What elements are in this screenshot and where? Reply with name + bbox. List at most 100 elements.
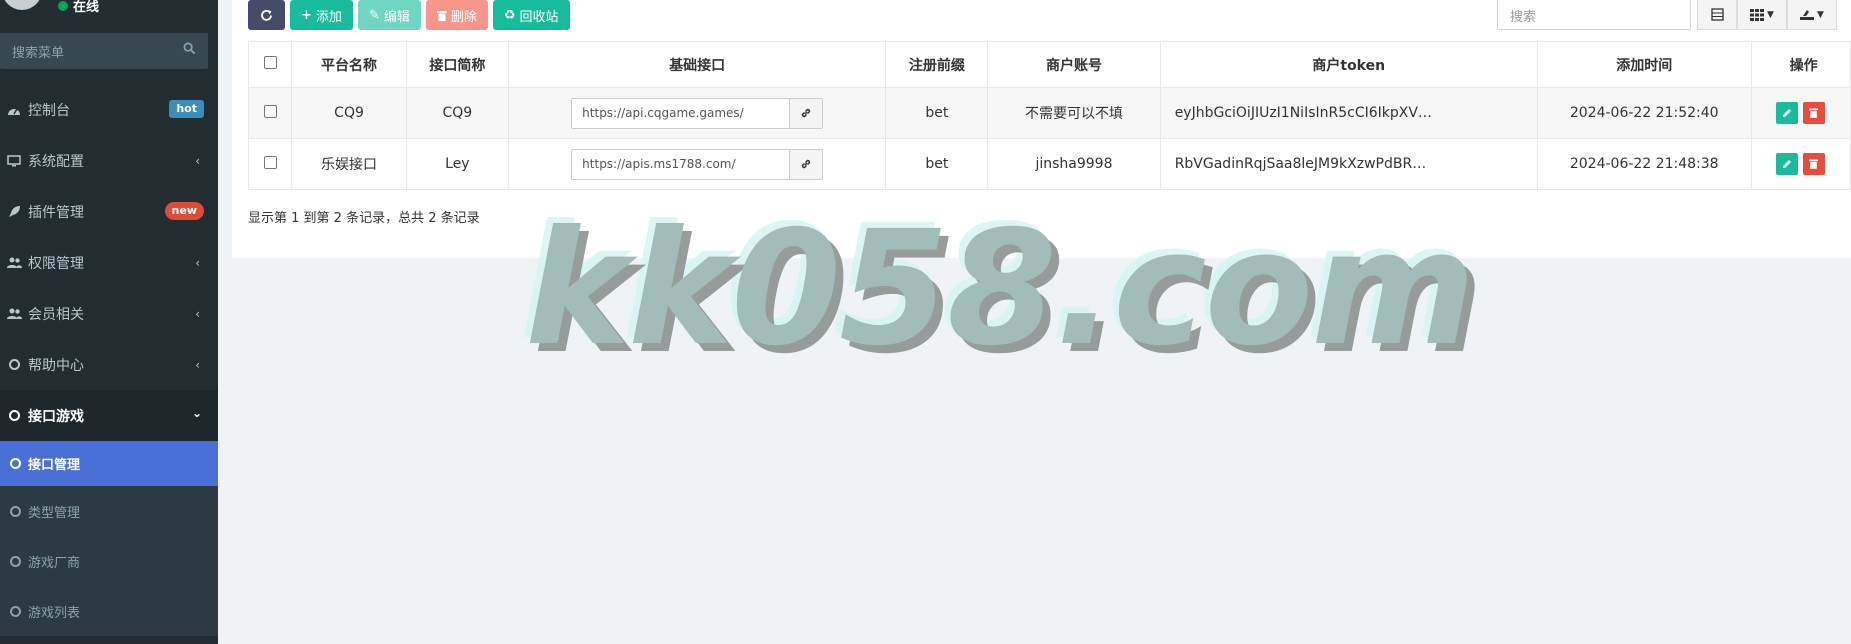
sidebar-item-members[interactable]: 会员相关 ‹: [0, 288, 218, 339]
select-all-cell[interactable]: [247, 41, 293, 88]
col-base-api[interactable]: 基础接口: [507, 41, 887, 88]
row-checkbox[interactable]: [263, 104, 277, 118]
circle-icon: [6, 408, 22, 424]
table-view-icon: [1710, 8, 1724, 21]
sidebar-item-api-games[interactable]: 接口游戏 ⌄: [0, 390, 218, 441]
row-select-cell[interactable]: [247, 87, 293, 139]
online-status-label: 在线: [73, 0, 100, 15]
col-platform-name[interactable]: 平台名称: [291, 41, 407, 88]
circle-icon: [10, 505, 21, 517]
cell-short-name: Ley: [405, 138, 509, 190]
chevron-left-icon: ‹: [195, 256, 200, 270]
cell-short-name: CQ9: [405, 87, 509, 139]
cell-prefix: bet: [885, 138, 989, 190]
sidebar-item-label: 系统配置: [28, 153, 84, 170]
table-row[interactable]: CQ9 CQ9 https://api.cqgame.games/ bet 不需…: [247, 87, 1851, 139]
sidebar-item-label: 权限管理: [28, 255, 84, 272]
cell-account: 不需要可以不填: [987, 87, 1161, 139]
recycle-button-label: 回收站: [519, 9, 559, 25]
table-search-placeholder: 搜索: [1510, 10, 1537, 25]
cell-created-time: 2024-06-22 21:52:40: [1536, 87, 1752, 139]
submenu-item-game-list[interactable]: 游戏列表: [0, 586, 218, 636]
submenu-item-label: 游戏列表: [28, 605, 81, 621]
row-edit-button[interactable]: [1775, 102, 1798, 124]
refresh-button[interactable]: [248, 0, 285, 30]
users-icon: [6, 306, 22, 322]
cell-token: RbVGadinRqjSaa8leJM9kXzwPdBR…: [1159, 138, 1538, 190]
url-field[interactable]: https://apis.ms1788.com/: [572, 149, 791, 179]
cell-prefix: bet: [885, 87, 989, 139]
sidebar-item-label: 帮助中心: [28, 357, 84, 374]
edit-button[interactable]: ✎ 编辑: [357, 0, 421, 30]
recycle-bin-button[interactable]: ♻ 回收站: [492, 0, 570, 30]
submenu-item-label: 游戏厂商: [28, 555, 81, 571]
cell-created-time: 2024-06-22 21:48:38: [1536, 138, 1752, 190]
chevron-down-icon: ⌄: [191, 406, 202, 420]
menu-search-input[interactable]: 搜索菜单: [0, 33, 208, 69]
refresh-icon: [261, 9, 272, 21]
toggle-view-button[interactable]: [1697, 0, 1737, 30]
delete-button[interactable]: 删除: [425, 0, 488, 30]
plus-icon: +: [301, 7, 312, 23]
data-table: 平台名称 接口简称 基础接口 注册前缀 商户账号 商户token 添加时间 操作…: [247, 41, 1851, 190]
new-badge: new: [164, 202, 204, 220]
sidebar-menu: 控制台 hot 系统配置 ‹ 插件管理 new 权限管理 ‹ 会员相关 ‹ 帮助…: [0, 84, 218, 636]
table-row[interactable]: 乐娱接口 Ley https://apis.ms1788.com/ bet ji…: [247, 138, 1851, 190]
select-all-checkbox[interactable]: [263, 56, 277, 69]
recycle-icon: ♻: [503, 7, 516, 23]
add-button-label: 添加: [315, 9, 342, 25]
grid-icon: [1750, 8, 1765, 21]
row-delete-button[interactable]: [1802, 102, 1825, 124]
submenu-item-api-management[interactable]: 接口管理: [0, 441, 218, 486]
open-link-button[interactable]: [790, 149, 823, 179]
chevron-left-icon: ‹: [195, 358, 200, 372]
col-created-time[interactable]: 添加时间: [1536, 41, 1752, 88]
rocket-icon: [6, 204, 22, 220]
sidebar-item-permissions[interactable]: 权限管理 ‹: [0, 237, 218, 288]
url-field[interactable]: https://api.cqgame.games/: [572, 98, 791, 128]
search-icon[interactable]: [183, 42, 196, 55]
submenu-item-type-management[interactable]: 类型管理: [0, 486, 218, 536]
pencil-icon: [1782, 109, 1791, 117]
cell-actions: [1750, 138, 1851, 190]
chevron-left-icon: ‹: [195, 307, 200, 321]
col-merchant-account[interactable]: 商户账号: [987, 41, 1161, 88]
col-register-prefix[interactable]: 注册前缀: [885, 41, 989, 88]
pagination-info: 显示第 1 到第 2 条记录，总共 2 条记录: [248, 211, 480, 226]
cell-base-api: https://api.cqgame.games/: [507, 87, 887, 139]
cell-platform-name: 乐娱接口: [291, 138, 407, 190]
cell-account: jinsha9998: [987, 138, 1161, 190]
edit-button-label: 编辑: [383, 9, 410, 25]
export-button[interactable]: ▼: [1787, 0, 1837, 30]
submenu-item-game-vendors[interactable]: 游戏厂商: [0, 536, 218, 586]
col-api-short-name[interactable]: 接口简称: [405, 41, 509, 88]
avatar[interactable]: [2, 0, 42, 10]
row-select-cell[interactable]: [247, 138, 293, 190]
sidebar-item-plugins[interactable]: 插件管理 new: [0, 186, 218, 237]
row-delete-button[interactable]: [1802, 153, 1825, 175]
toolbar: + 添加 ✎ 编辑 删除 ♻ 回收站: [248, 0, 570, 30]
sidebar-item-dashboard[interactable]: 控制台 hot: [0, 84, 218, 135]
export-icon: [1800, 9, 1815, 20]
url-input-group: https://api.cqgame.games/: [571, 97, 824, 129]
sidebar-item-help[interactable]: 帮助中心 ‹: [0, 339, 218, 390]
add-button[interactable]: + 添加: [290, 0, 353, 30]
columns-button[interactable]: ▼: [1737, 0, 1787, 30]
row-edit-button[interactable]: [1775, 153, 1798, 175]
sidebar-item-label: 控制台: [28, 102, 70, 119]
sidebar-item-system-config[interactable]: 系统配置 ‹: [0, 135, 218, 186]
chevron-left-icon: ‹: [195, 154, 200, 168]
trash-icon: [1809, 159, 1819, 169]
pencil-icon: [1782, 160, 1791, 168]
circle-icon: [10, 605, 21, 617]
sidebar-item-label: 插件管理: [28, 204, 84, 221]
col-merchant-token[interactable]: 商户token: [1159, 41, 1538, 88]
row-checkbox[interactable]: [263, 155, 277, 169]
open-link-button[interactable]: [790, 98, 823, 128]
caret-down-icon: ▼: [1767, 9, 1774, 20]
circle-icon: [10, 555, 21, 567]
user-panel: 在线: [0, 0, 218, 20]
table-search-input[interactable]: 搜索: [1497, 0, 1691, 30]
circle-icon: [10, 458, 21, 469]
online-dot-icon: [58, 0, 68, 11]
